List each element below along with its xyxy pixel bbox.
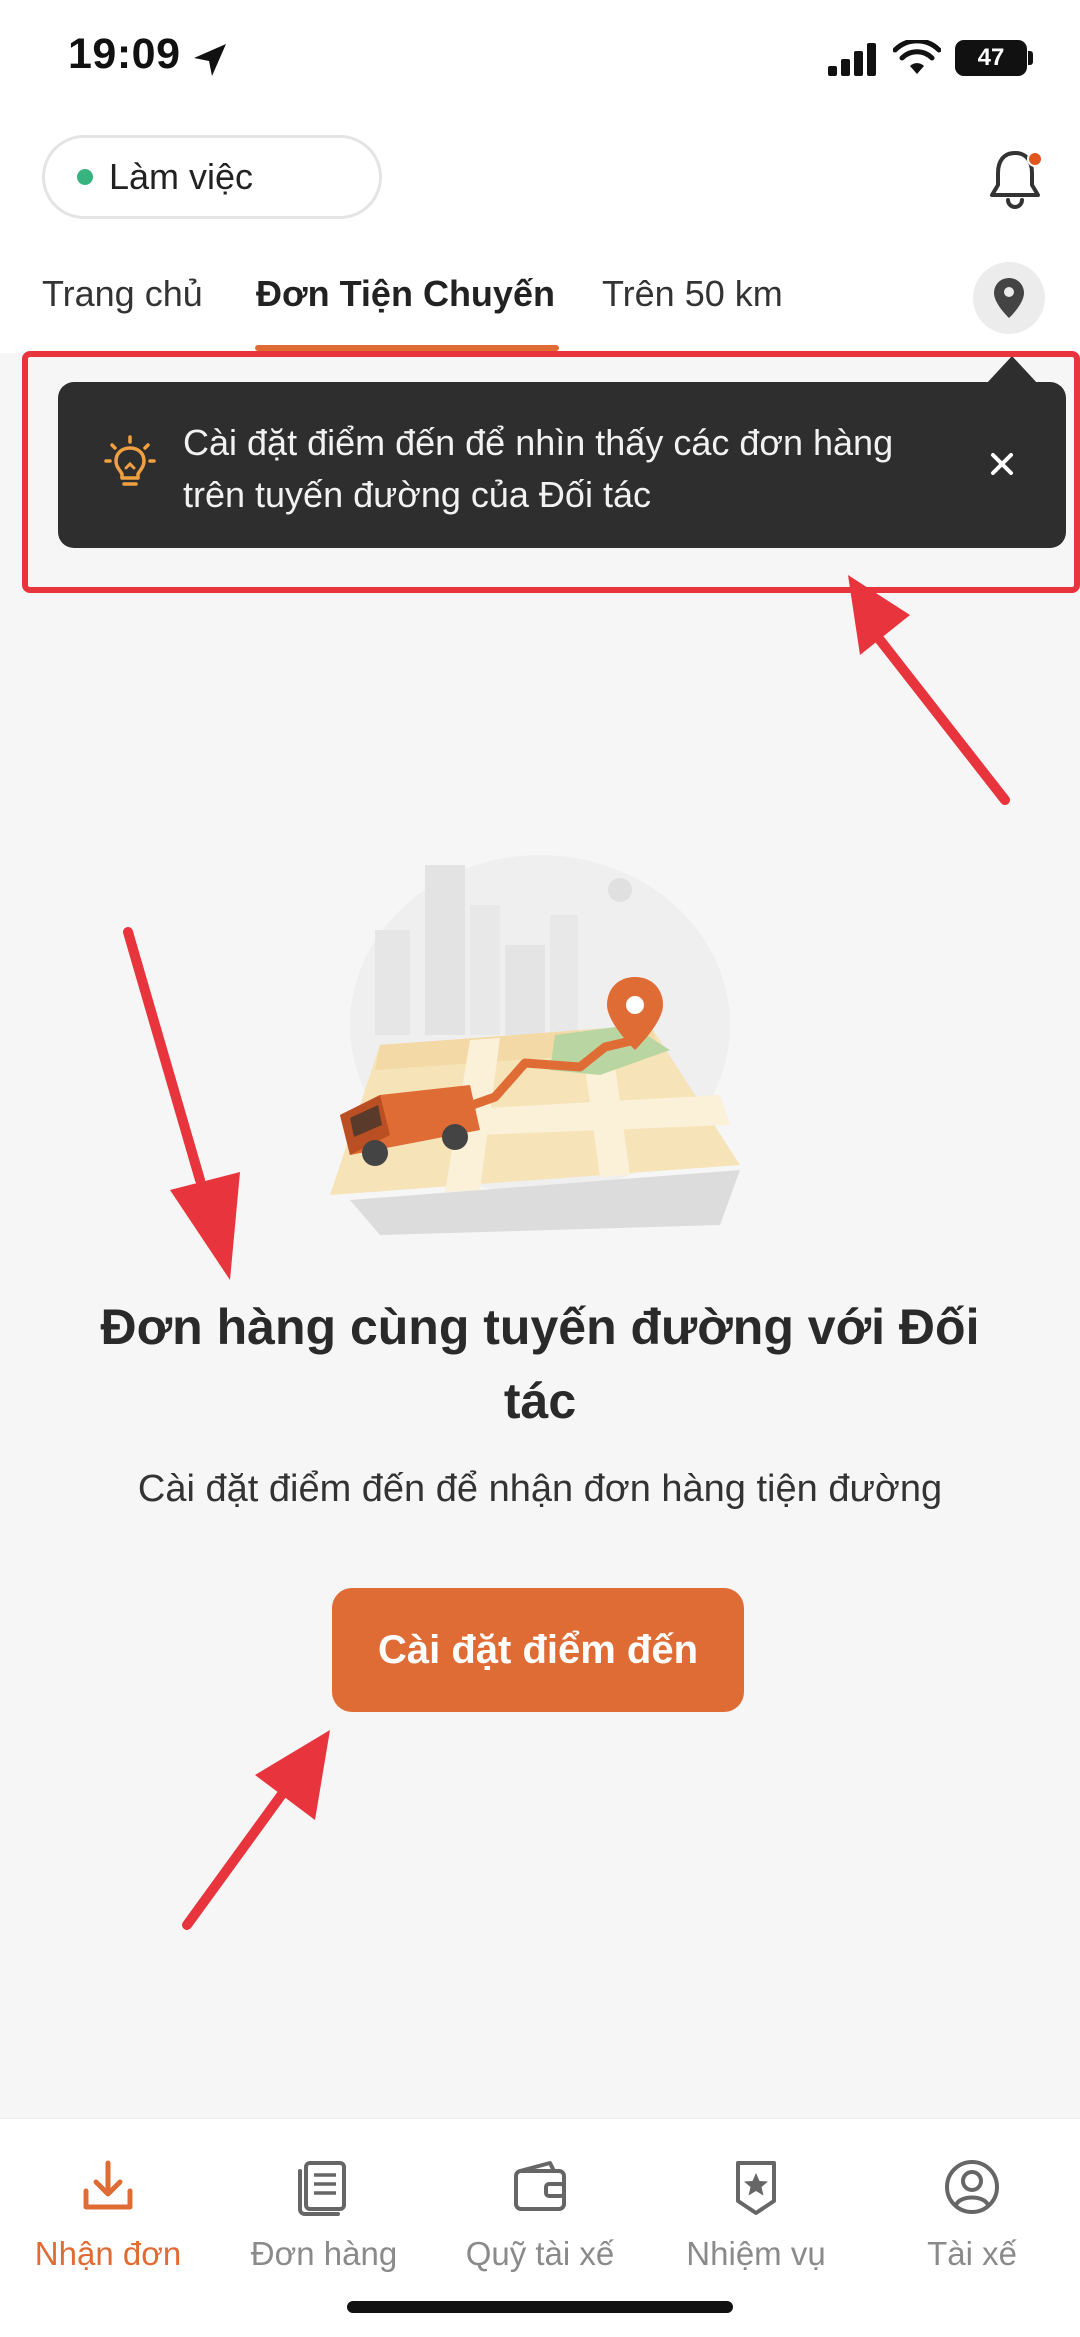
- nav-label: Đơn hàng: [250, 2235, 398, 2272]
- notification-button[interactable]: [985, 145, 1045, 211]
- wallet-icon: [514, 2161, 566, 2211]
- work-status-toggle[interactable]: Làm việc: [42, 135, 382, 219]
- empty-state-title: Đơn hàng cùng tuyến đường với Đối tác: [100, 1299, 980, 1429]
- red-arrow-icon: [123, 927, 240, 1280]
- empty-state-subtitle: Cài đặt điểm đến để nhận đơn hàng tiện đ…: [137, 1468, 943, 1510]
- cellular-signal-icon: [828, 43, 876, 76]
- location-arrow-icon: [194, 44, 226, 76]
- annotation-highlight-box: [22, 351, 1080, 593]
- work-status-label: Làm việc: [109, 156, 254, 197]
- red-arrow-icon: [848, 575, 1010, 805]
- nav-label: Nhận đơn: [34, 2235, 182, 2272]
- status-time: 19:09: [68, 30, 181, 78]
- battery-nub: [1028, 51, 1033, 65]
- online-status-dot: [77, 169, 93, 185]
- nav-label: Nhiệm vụ: [686, 2235, 826, 2272]
- nav-missions[interactable]: Nhiệm vụ: [648, 2139, 864, 2279]
- nav-driver-fund[interactable]: Quỹ tài xế: [432, 2139, 648, 2279]
- wifi-icon: [893, 40, 941, 74]
- badge-star-icon: [736, 2161, 776, 2215]
- profile-icon: [945, 2160, 999, 2214]
- battery-indicator: 47: [955, 40, 1027, 76]
- nav-label: Tài xế: [927, 2235, 1017, 2272]
- tab-home[interactable]: Trang chủ: [42, 273, 203, 315]
- app-header: 19:09 47 Làm việc Trang chủ Đơn Tiện Chu…: [0, 0, 1080, 353]
- orders-icon: [298, 2161, 346, 2216]
- home-indicator: [347, 2301, 733, 2313]
- route-map-illustration: [330, 855, 740, 1235]
- tab-convenient-orders[interactable]: Đơn Tiện Chuyến: [256, 273, 555, 315]
- set-destination-button[interactable]: Cài đặt điểm đến: [332, 1588, 744, 1712]
- nav-driver-profile[interactable]: Tài xế: [864, 2139, 1080, 2279]
- tab-over-50km[interactable]: Trên 50 km: [602, 273, 783, 315]
- nav-receive-orders[interactable]: Nhận đơn: [0, 2139, 216, 2279]
- notification-dot: [1027, 151, 1043, 167]
- destination-pin-button[interactable]: [973, 262, 1045, 334]
- map-pin-icon: [994, 278, 1024, 318]
- download-icon: [83, 2160, 133, 2210]
- red-arrow-icon: [182, 1730, 330, 1930]
- nav-orders[interactable]: Đơn hàng: [216, 2139, 432, 2279]
- nav-label: Quỹ tài xế: [465, 2235, 615, 2272]
